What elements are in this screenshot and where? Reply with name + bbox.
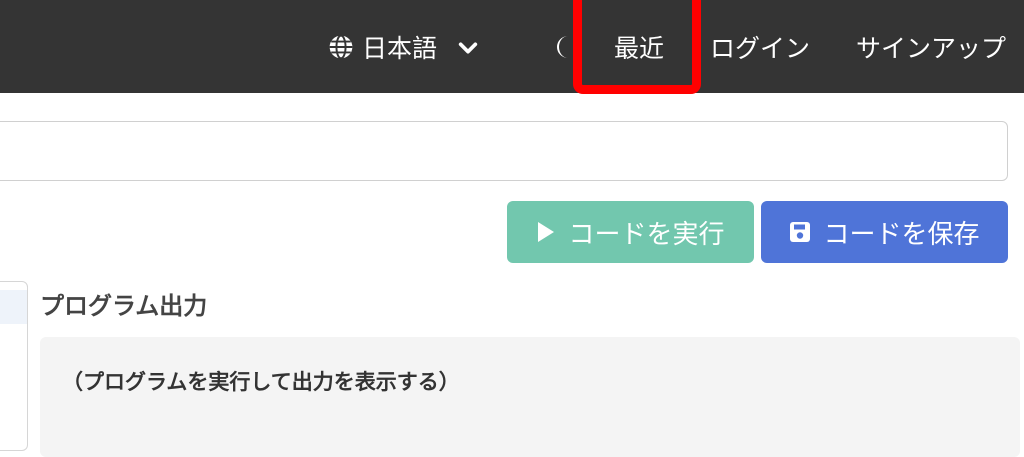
output-placeholder: （プログラムを実行して出力を表示する） [62, 370, 460, 394]
chevron-down-icon[interactable] [457, 36, 479, 58]
nav-login-link[interactable]: ログイン [710, 0, 810, 93]
run-code-label: コードを実行 [568, 219, 725, 250]
run-code-button[interactable]: コードを実行 [507, 201, 754, 263]
output-heading: プログラム出力 [40, 292, 208, 320]
nav-signup-link[interactable]: サインアップ [856, 0, 1006, 93]
save-code-button[interactable]: コードを保存 [761, 201, 1008, 263]
output-area [40, 337, 1020, 457]
save-icon [789, 221, 811, 243]
language-label: 日本語 [362, 33, 438, 63]
theme-toggle[interactable] [552, 0, 574, 93]
moon-icon [552, 34, 574, 60]
file-list-selected-row[interactable] [0, 290, 27, 324]
save-code-label: コードを保存 [823, 219, 980, 250]
nav-recent-link[interactable]: 最近 [614, 0, 664, 93]
top-navbar: 日本語 最近 ログイン サインアップ [0, 0, 1024, 93]
globe-icon [328, 34, 354, 60]
language-selector[interactable]: 日本語 [328, 0, 479, 93]
play-icon [536, 220, 556, 244]
code-input-field[interactable] [0, 121, 1008, 181]
